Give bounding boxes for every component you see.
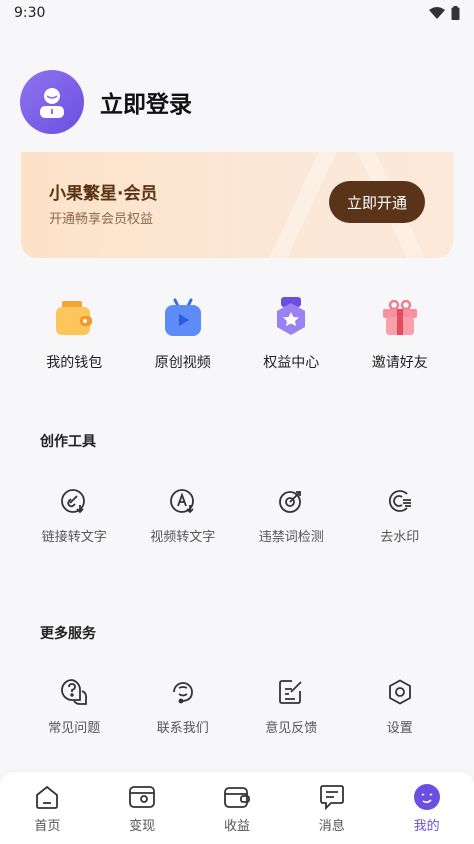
- message-icon: [318, 783, 346, 811]
- service-feedback[interactable]: 意见反馈: [237, 677, 346, 736]
- support-icon: [168, 677, 198, 707]
- earnings-icon: [223, 783, 251, 811]
- quick-grid: 我的钱包 原创视频 权益中心 邀请好友: [20, 296, 454, 372]
- feedback-icon: [276, 677, 306, 707]
- profile-header[interactable]: 立即登录: [20, 70, 192, 134]
- monetize-icon: [128, 783, 156, 811]
- tools-section-title: 创作工具: [40, 434, 96, 450]
- bottom-tabbar: 首页 变现 收益 消息 我的: [0, 772, 474, 844]
- tab-label: 收益: [223, 818, 250, 834]
- profile-icon: [413, 783, 441, 811]
- wallet-icon: [52, 296, 96, 340]
- video-text-icon: [168, 486, 198, 516]
- tab-label: 我的: [413, 818, 440, 834]
- tools-grid: 链接转文字 视频转文字 违禁词检测 去水印: [20, 486, 454, 545]
- services-grid: 常见问题 联系我们 意见反馈 设置: [20, 677, 454, 736]
- settings-icon: [385, 677, 415, 707]
- tab-profile[interactable]: 我的: [382, 783, 472, 834]
- tab-home[interactable]: 首页: [2, 783, 92, 834]
- quick-item-benefits[interactable]: 权益中心: [241, 296, 341, 372]
- gift-icon: [378, 296, 422, 340]
- tab-label: 首页: [34, 818, 61, 834]
- login-label[interactable]: 立即登录: [100, 85, 192, 119]
- user-avatar-icon: [40, 88, 64, 118]
- tool-label: 常见问题: [48, 721, 101, 736]
- tool-label: 设置: [386, 721, 413, 736]
- vip-open-button[interactable]: 立即开通: [329, 181, 425, 223]
- tool-remove-watermark[interactable]: 去水印: [346, 486, 455, 545]
- tab-label: 消息: [318, 818, 345, 834]
- vip-card[interactable]: 小果繁星·会员 开通畅享会员权益 立即开通: [21, 152, 453, 258]
- service-settings[interactable]: 设置: [346, 677, 455, 736]
- benefits-icon: [269, 296, 313, 340]
- tab-label: 变现: [129, 818, 156, 834]
- battery-icon: [451, 6, 460, 20]
- tool-label: 视频转文字: [150, 530, 216, 545]
- status-time: 9:30: [14, 5, 46, 21]
- faq-icon: [59, 677, 89, 707]
- tab-earnings[interactable]: 收益: [192, 783, 282, 834]
- tool-label: 链接转文字: [41, 530, 107, 545]
- quick-label: 权益中心: [263, 355, 320, 371]
- quick-label: 我的钱包: [46, 355, 103, 371]
- quick-label: 邀请好友: [371, 355, 428, 371]
- tool-video-to-text[interactable]: 视频转文字: [129, 486, 238, 545]
- vip-subtitle: 开通畅享会员权益: [49, 212, 154, 227]
- home-icon: [33, 783, 61, 811]
- wifi-icon: [429, 7, 445, 19]
- avatar[interactable]: [20, 70, 84, 134]
- video-icon: [161, 296, 205, 340]
- service-faq[interactable]: 常见问题: [20, 677, 129, 736]
- tool-label: 违禁词检测: [258, 530, 324, 545]
- quick-item-wallet[interactable]: 我的钱包: [24, 296, 124, 372]
- service-contact-us[interactable]: 联系我们: [129, 677, 238, 736]
- tool-label: 意见反馈: [265, 721, 318, 736]
- tab-monetize[interactable]: 变现: [97, 783, 187, 834]
- quick-item-video[interactable]: 原创视频: [133, 296, 233, 372]
- link-text-icon: [59, 486, 89, 516]
- vip-title: 小果繁星·会员: [49, 184, 158, 204]
- tool-label: 联系我们: [156, 721, 209, 736]
- quick-label: 原创视频: [154, 355, 211, 371]
- services-section-title: 更多服务: [40, 626, 96, 642]
- tab-messages[interactable]: 消息: [287, 783, 377, 834]
- tool-link-to-text[interactable]: 链接转文字: [20, 486, 129, 545]
- quick-item-gift[interactable]: 邀请好友: [350, 296, 450, 372]
- tool-label: 去水印: [380, 530, 420, 545]
- target-icon: [276, 486, 306, 516]
- status-icons: [429, 6, 460, 20]
- status-bar: 9:30: [0, 0, 474, 26]
- tool-banned-word-check[interactable]: 违禁词检测: [237, 486, 346, 545]
- watermark-icon: [385, 486, 415, 516]
